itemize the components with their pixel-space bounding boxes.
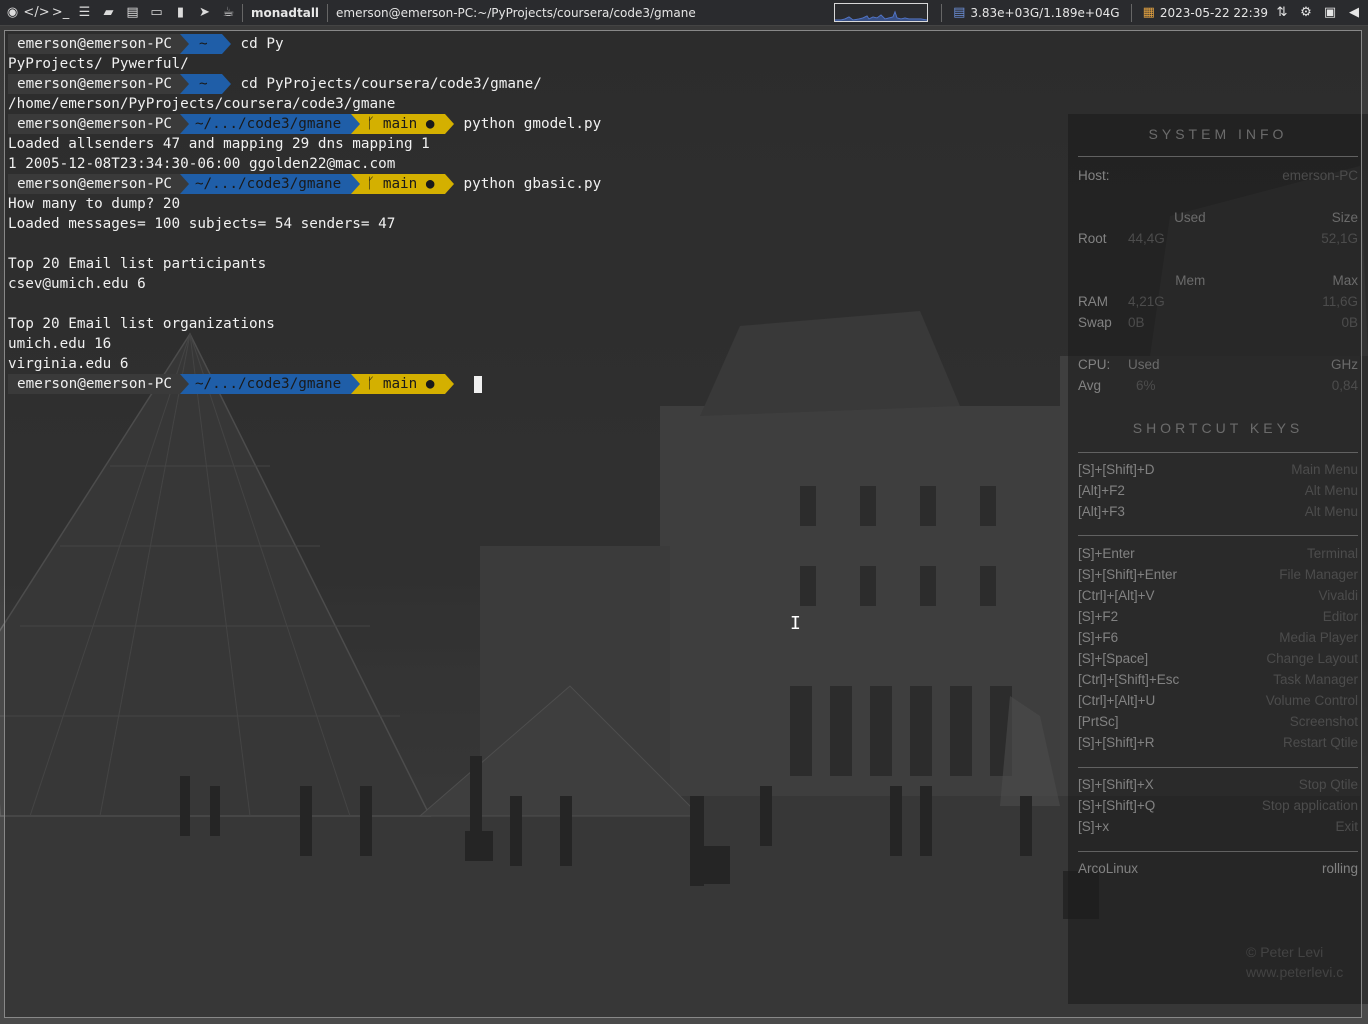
window-title[interactable]: emerson@emerson-PC:~/PyProjects/coursera… (333, 6, 834, 20)
prompt-git-branch: ᚴ main ● (360, 374, 445, 394)
output-line: PyProjects/ Pywerful/ (8, 56, 189, 72)
prompt-line: emerson@emerson-PC ~/.../code3/gmane ᚴ main… (8, 114, 601, 134)
powerline-separator (179, 34, 189, 54)
git-branch-icon: ᚴ (366, 116, 375, 132)
shell-prompt: emerson@emerson-PC ~/.../code3/gmane ᚴ main… (8, 114, 454, 134)
output-line: csev@umich.edu 6 (8, 276, 146, 292)
prompt-directory: ~/.../code3/gmane (188, 174, 352, 194)
output-line: Loaded messages= 100 subjects= 54 sender… (8, 216, 396, 232)
panel-separator (941, 3, 943, 22)
terminal-icon[interactable]: >_ (52, 5, 69, 21)
terminal-window[interactable]: emerson@emerson-PC ~ cd Py PyProjects/ Pywe… (4, 30, 1362, 1018)
powerline-separator (221, 34, 231, 54)
git-branch-icon: ᚴ (366, 376, 375, 392)
output-line: /home/emerson/PyProjects/coursera/code3/… (8, 96, 396, 112)
prompt-git-branch: ᚴ main ● (360, 114, 445, 134)
prompt-user: emerson@emerson-PC (8, 374, 180, 394)
prompt-line: emerson@emerson-PC ~/.../code3/gmane ᚴ main… (8, 374, 601, 394)
powerline-separator (179, 114, 189, 134)
monitor-icon[interactable]: ▭ (148, 5, 165, 21)
system-tray: ⇅ ⚙ ▣ ◀ (1274, 5, 1368, 21)
powerline-separator (351, 374, 361, 394)
output-line: Top 20 Email list participants (8, 256, 267, 272)
prompt-line: emerson@emerson-PC ~ cd Py (8, 34, 601, 54)
output-line: 1 2005-12-08T23:34:30-06:00 ggolden22@ma… (8, 156, 396, 172)
coffee-icon[interactable]: ☕ (220, 5, 237, 21)
storage-widget: ▤ 3.83e+03G/1.189e+04G (947, 5, 1125, 20)
prompt-user: emerson@emerson-PC (8, 114, 180, 134)
code-icon[interactable]: </> (23, 5, 49, 21)
prompt-directory: ~ (188, 74, 222, 94)
network-updown-icon[interactable]: ⇅ (1274, 5, 1290, 21)
prompt-directory: ~/.../code3/gmane (188, 114, 352, 134)
prompt-directory: ~ (188, 34, 222, 54)
settings-gear-icon[interactable]: ⚙ (1298, 5, 1314, 21)
prompt-line: emerson@emerson-PC ~ cd PyProjects/courser… (8, 74, 601, 94)
powerline-separator (221, 74, 231, 94)
terminal-output[interactable]: emerson@emerson-PC ~ cd Py PyProjects/ Pywe… (8, 34, 601, 394)
git-branch-name: main ● (382, 116, 435, 132)
screenshot-icon[interactable]: ▣ (1322, 5, 1338, 21)
panel-separator (242, 3, 243, 22)
git-branch-name: main ● (382, 176, 435, 192)
terminal-cursor[interactable] (473, 375, 482, 393)
output-line: virginia.edu 6 (8, 356, 129, 372)
command-text: cd Py (240, 36, 284, 52)
prompt-git-branch: ᚴ main ● (360, 174, 445, 194)
powerline-separator (179, 374, 189, 394)
clock-datetime: 2023-05-22 22:39 (1159, 5, 1268, 20)
clock-widget[interactable]: ▦ 2023-05-22 22:39 (1137, 5, 1274, 20)
output-line: Loaded allsenders 47 and mapping 29 dns … (8, 136, 430, 152)
prompt-user: emerson@emerson-PC (8, 174, 180, 194)
document-icon[interactable]: ▤ (124, 5, 141, 21)
powerline-separator (179, 74, 189, 94)
output-line: Top 20 Email list organizations (8, 316, 275, 332)
shell-prompt: emerson@emerson-PC ~ (8, 74, 231, 94)
prompt-user: emerson@emerson-PC (8, 34, 180, 54)
files-list-icon[interactable]: ☰ (76, 5, 93, 21)
powerline-separator (444, 374, 454, 394)
powerline-separator (351, 174, 361, 194)
git-branch-icon: ᚴ (366, 176, 375, 192)
panel-separator (327, 3, 329, 22)
command-text: cd PyProjects/coursera/code3/gmane/ (240, 76, 542, 92)
shell-prompt: emerson@emerson-PC ~/.../code3/gmane ᚴ main… (8, 374, 454, 394)
storage-server-icon: ▤ (953, 5, 966, 20)
bookmark-icon[interactable]: ▮ (172, 5, 189, 21)
prompt-directory: ~/.../code3/gmane (188, 374, 352, 394)
powerline-separator (351, 114, 361, 134)
shell-prompt: emerson@emerson-PC ~ (8, 34, 231, 54)
folder-icon[interactable]: ▰ (100, 5, 117, 21)
powerline-separator (444, 114, 454, 134)
launcher-bar: ◉ </> >_ ☰ ▰ ▤ ▭ ▮ ➤ ☕ (0, 5, 237, 21)
shell-prompt: emerson@emerson-PC ~/.../code3/gmane ᚴ main… (8, 174, 454, 194)
calendar-icon: ▦ (1142, 5, 1155, 20)
output-line: umich.edu 16 (8, 336, 112, 352)
top-panel: ◉ </> >_ ☰ ▰ ▤ ▭ ▮ ➤ ☕ monadtall emerson@emerson-… (0, 0, 1368, 26)
browser-icon[interactable]: ◉ (4, 5, 21, 21)
text-cursor-icon: I (790, 613, 801, 634)
prompt-user: emerson@emerson-PC (8, 74, 180, 94)
volume-icon[interactable]: ◀ (1346, 5, 1362, 21)
output-line: How many to dump? 20 (8, 196, 181, 212)
network-graph (834, 3, 929, 22)
workspace-layout-name[interactable]: monadtall (248, 6, 322, 20)
git-branch-name: main ● (382, 376, 435, 392)
storage-usage: 3.83e+03G/1.189e+04G (970, 5, 1120, 20)
prompt-line: emerson@emerson-PC ~/.../code3/gmane ᚴ main… (8, 174, 601, 194)
powerline-separator (179, 174, 189, 194)
panel-separator (1130, 3, 1132, 22)
powerline-separator (444, 174, 454, 194)
command-text: python gmodel.py (463, 116, 602, 132)
telegram-icon[interactable]: ➤ (196, 5, 213, 21)
command-text: python gbasic.py (463, 176, 602, 192)
